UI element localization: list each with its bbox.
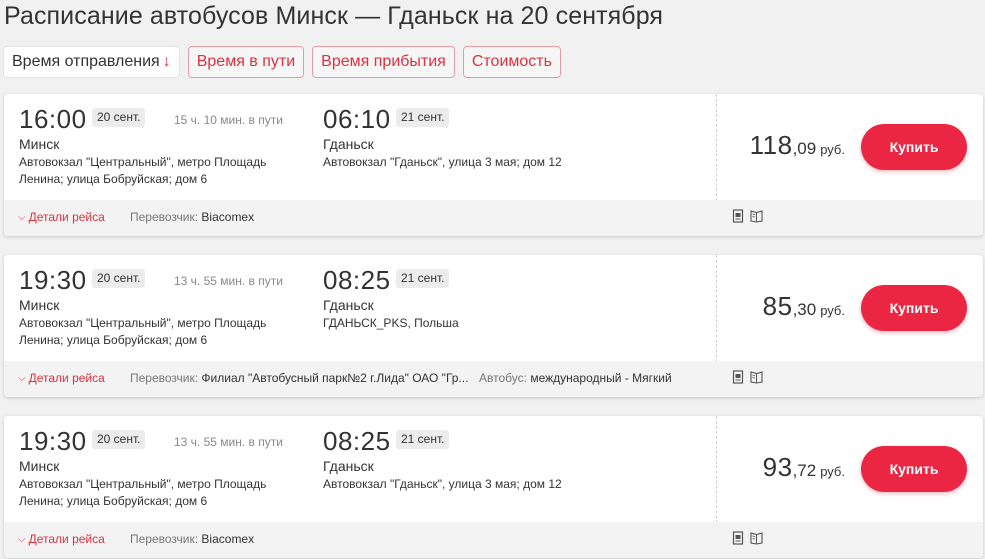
details-label: Детали рейса: [28, 210, 105, 224]
arrival-station: ГДАНЬСК_PKS, Польша: [323, 315, 459, 332]
arrival-date: 21 сент.: [396, 108, 450, 127]
departure-city: Минск: [19, 297, 60, 313]
price: 118,09 руб.: [750, 130, 845, 161]
price-integer: 93: [762, 452, 793, 482]
departure-station-line-2: Ленина; улица Бобруйская; дом 6: [19, 333, 208, 347]
carrier-label: Перевозчик:: [130, 532, 199, 546]
trip-footer: ⌵ Детали рейса Перевозчик: Biacomex: [4, 200, 983, 236]
price-integer: 118: [749, 130, 793, 160]
trip-icons: [732, 370, 763, 384]
sort-duration-button[interactable]: Время в пути: [187, 46, 305, 78]
trip-footer: ⌵ Детали рейса Перевозчик: Biacomex: [4, 522, 983, 558]
details-link[interactable]: ⌵ Детали рейса: [18, 532, 105, 546]
carrier-info: Перевозчик: Biacomex: [130, 210, 254, 224]
sort-arrow-down-icon: ↓: [162, 53, 171, 70]
departure-station: Автовокзал "Центральный", метро Площадь …: [19, 154, 266, 188]
departure-time: 19:30: [19, 426, 87, 456]
arrival-date: 21 сент.: [396, 269, 450, 288]
trip-footer: ⌵ Детали рейса Перевозчик: Филиал "Автобу…: [4, 361, 983, 397]
departure-date: 20 сент.: [92, 108, 146, 127]
price-currency: руб.: [820, 464, 845, 479]
arrival-city: Гданьск: [323, 458, 374, 474]
departure-date: 20 сент.: [92, 269, 146, 288]
arrival-station: Автовокзал "Гданьск", улица 3 мая; дом 1…: [323, 476, 562, 493]
price-fraction: ,72: [792, 461, 817, 480]
book-icon[interactable]: [750, 370, 763, 384]
sort-price-button[interactable]: Стоимость: [462, 46, 561, 78]
buy-button[interactable]: Купить: [861, 124, 967, 170]
departure-city: Минск: [19, 136, 60, 152]
departure-station-line-1: Автовокзал "Центральный", метро Площадь: [19, 477, 267, 491]
bus-info: Автобус: международный - Мягкий: [479, 371, 672, 385]
price-currency: руб.: [820, 142, 845, 157]
price-fraction: ,30: [792, 300, 817, 319]
carrier-label: Перевозчик:: [130, 371, 199, 385]
carrier-name: Biacomex: [201, 210, 255, 224]
trip-icons: [732, 531, 763, 545]
departure-time: 16:00: [19, 104, 87, 134]
trip-card: 19:30 20 сент. 13 ч. 55 мин. в пути Минс…: [4, 255, 983, 397]
arrival-date: 21 сент.: [396, 430, 450, 449]
bus-label: Автобус:: [479, 371, 527, 385]
book-icon[interactable]: [750, 209, 763, 223]
arrival-station-line-1: Автовокзал "Гданьск", улица 3 мая; дом 1…: [323, 155, 562, 169]
price-integer: 85: [762, 291, 793, 321]
details-label: Детали рейса: [28, 371, 105, 385]
book-icon[interactable]: [750, 531, 763, 545]
sort-arrival-button[interactable]: Время прибытия: [312, 46, 455, 78]
chevron-down-icon: ⌵: [18, 373, 26, 384]
departure-city: Минск: [19, 458, 60, 474]
departure-station-line-2: Ленина; улица Бобруйская; дом 6: [19, 172, 208, 186]
arrival-time: 08:25: [323, 265, 391, 295]
details-link[interactable]: ⌵ Детали рейса: [18, 210, 105, 224]
carrier-name: Biacomex: [201, 532, 255, 546]
trip-icons: [732, 209, 763, 223]
page-title: Расписание автобусов Минск — Гданьск на …: [4, 2, 664, 30]
bus-type: международный - Мягкий: [530, 371, 672, 385]
departure-station-line-1: Автовокзал "Центральный", метро Площадь: [19, 155, 267, 169]
trip-card: 19:30 20 сент. 13 ч. 55 мин. в пути Минс…: [4, 416, 983, 558]
arrival-city: Гданьск: [323, 297, 374, 313]
buy-button[interactable]: Купить: [861, 285, 967, 331]
buy-button[interactable]: Купить: [861, 446, 967, 492]
details-label: Детали рейса: [28, 532, 105, 546]
carrier-name: Филиал "Автобусный парк№2 г.Лида" ОАО "Г…: [201, 371, 469, 385]
departure-time: 19:30: [19, 265, 87, 295]
sort-departure-label: Время отправления: [12, 53, 160, 70]
arrival-time: 06:10: [323, 104, 391, 134]
document-icon[interactable]: [732, 531, 745, 545]
departure-station: Автовокзал "Центральный", метро Площадь …: [19, 476, 266, 510]
carrier-label: Перевозчик:: [130, 210, 199, 224]
arrival-station-line-1: Автовокзал "Гданьск", улица 3 мая; дом 1…: [323, 477, 562, 491]
arrival-station-line-1: ГДАНЬСК_PKS, Польша: [323, 316, 459, 330]
chevron-down-icon: ⌵: [18, 534, 26, 545]
price-fraction: ,09: [792, 139, 817, 158]
arrival-city: Гданьск: [323, 136, 374, 152]
carrier-info: Перевозчик: Biacomex: [130, 532, 254, 546]
price: 85,30 руб.: [763, 291, 845, 322]
trip-duration: 15 ч. 10 мин. в пути: [174, 113, 283, 127]
document-icon[interactable]: [732, 209, 745, 223]
chevron-down-icon: ⌵: [18, 212, 26, 223]
price-currency: руб.: [820, 303, 845, 318]
details-link[interactable]: ⌵ Детали рейса: [18, 371, 105, 385]
departure-date: 20 сент.: [92, 430, 146, 449]
trip-card: 16:00 20 сент. 15 ч. 10 мин. в пути Минс…: [4, 94, 983, 236]
sort-bar: Время отправления ↓ Время в пути Время пр…: [3, 46, 569, 78]
departure-station: Автовокзал "Центральный", метро Площадь …: [19, 315, 266, 349]
sort-departure-button[interactable]: Время отправления ↓: [3, 46, 180, 78]
departure-station-line-1: Автовокзал "Центральный", метро Площадь: [19, 316, 267, 330]
price: 93,72 руб.: [763, 452, 845, 483]
arrival-time: 08:25: [323, 426, 391, 456]
trip-duration: 13 ч. 55 мин. в пути: [174, 274, 283, 288]
carrier-info: Перевозчик: Филиал "Автобусный парк№2 г.…: [130, 371, 468, 385]
trip-duration: 13 ч. 55 мин. в пути: [174, 435, 283, 449]
arrival-station: Автовокзал "Гданьск", улица 3 мая; дом 1…: [323, 154, 562, 171]
departure-station-line-2: Ленина; улица Бобруйская; дом 6: [19, 494, 208, 508]
document-icon[interactable]: [732, 370, 745, 384]
